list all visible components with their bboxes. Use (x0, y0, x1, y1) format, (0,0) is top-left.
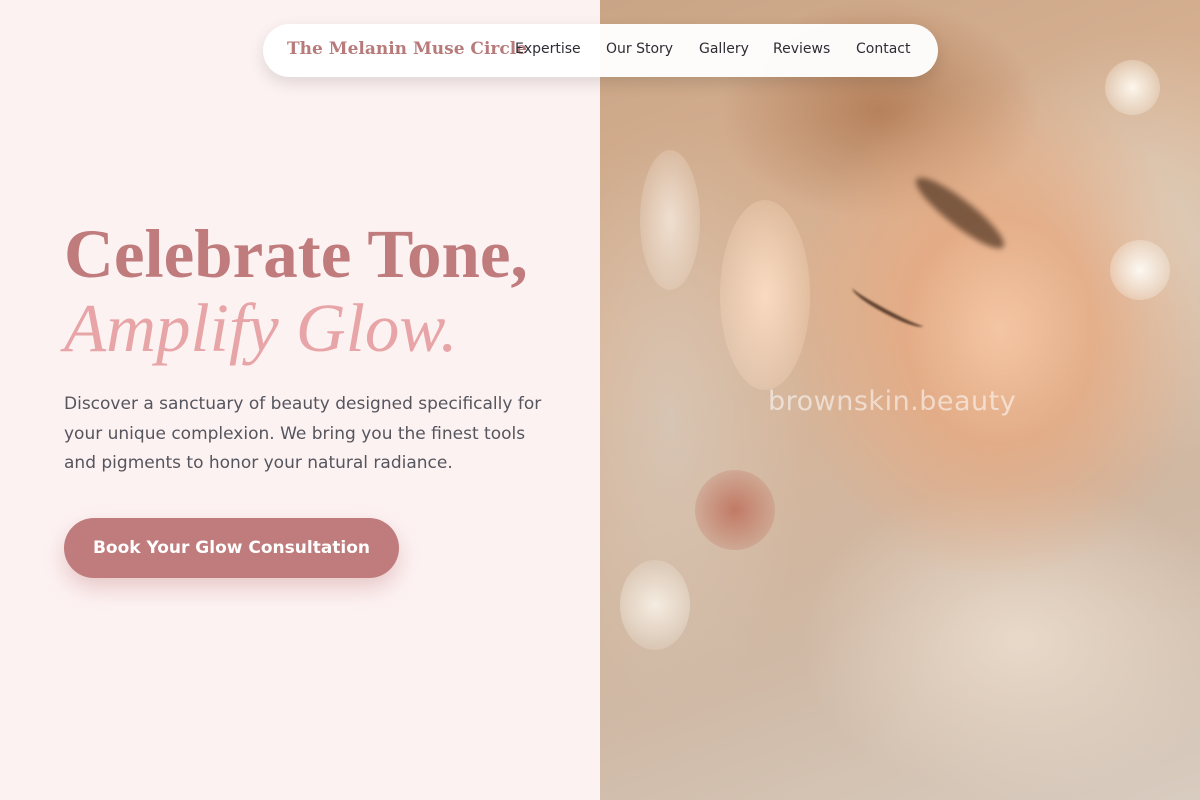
hero-headline: Celebrate Tone, (64, 216, 528, 292)
nav-link-gallery[interactable]: Gallery (699, 41, 749, 57)
brand-logo[interactable]: The Melanin Muse Circle (287, 39, 527, 59)
hero-description: Discover a sanctuary of beauty designed … (64, 394, 542, 473)
image-watermark: brownskin.beauty (768, 386, 1017, 417)
nav-link-expertise[interactable]: Expertise (515, 41, 581, 57)
book-consultation-button[interactable]: Book Your Glow Consultation (64, 518, 399, 578)
top-navigation: The Melanin Muse Circle Expertise Our St… (263, 24, 938, 77)
hero-portrait-image: brownskin.beauty (600, 0, 1200, 800)
hero-headline-italic: Amplify Glow. (64, 290, 458, 366)
nav-link-reviews[interactable]: Reviews (773, 41, 830, 57)
nav-link-our-story[interactable]: Our Story (606, 41, 673, 57)
nav-link-contact[interactable]: Contact (856, 41, 910, 57)
